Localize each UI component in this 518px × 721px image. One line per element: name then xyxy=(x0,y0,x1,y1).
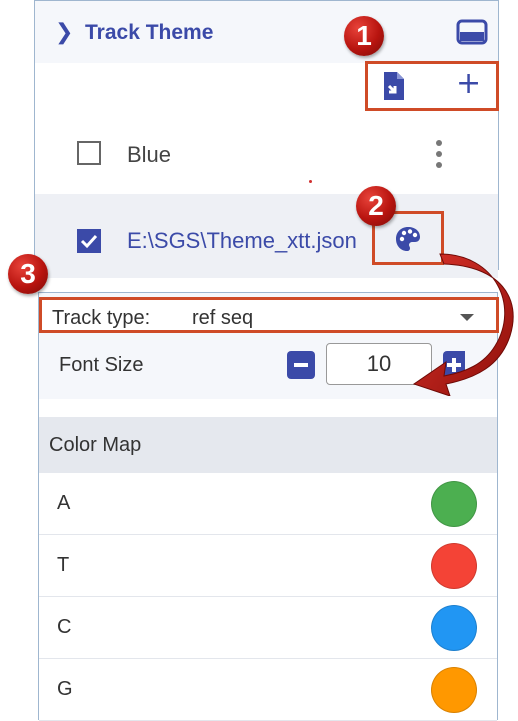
color-key: A xyxy=(57,492,71,514)
checkmark-icon xyxy=(80,234,98,249)
panel-header[interactable]: ❯ Track Theme xyxy=(35,1,498,64)
color-key: C xyxy=(57,616,72,638)
annotation-arrow xyxy=(412,253,514,396)
toolbar-highlight: + xyxy=(365,61,499,111)
callout-badge-2: 2 xyxy=(356,186,396,226)
color-row-g: G xyxy=(39,659,497,721)
color-map-label: Color Map xyxy=(49,434,142,456)
color-swatch[interactable] xyxy=(431,481,477,527)
theme-label: E:\SGS\Theme_xtt.json xyxy=(127,228,357,253)
theme-label: Blue xyxy=(127,142,172,167)
file-import-icon[interactable] xyxy=(382,72,406,100)
color-swatch[interactable] xyxy=(431,543,477,589)
spacer xyxy=(39,399,497,417)
font-size-label: Font Size xyxy=(59,354,144,376)
plus-icon[interactable]: + xyxy=(456,68,481,100)
stray-dot xyxy=(309,180,312,183)
panel-title: Track Theme xyxy=(85,21,214,44)
color-map-header: Color Map xyxy=(39,417,497,473)
callout-badge-3: 3 xyxy=(8,254,48,294)
color-row-t: T xyxy=(39,535,497,597)
color-row-a: A xyxy=(39,473,497,535)
chevron-right-icon[interactable]: ❯ xyxy=(55,20,73,44)
split-layout-icon[interactable] xyxy=(456,19,488,45)
callout-badge-1: 1 xyxy=(344,16,384,56)
theme-checkbox-checked[interactable] xyxy=(77,229,101,253)
decrement-button[interactable] xyxy=(287,351,315,379)
more-vertical-icon[interactable] xyxy=(435,139,443,169)
theme-checkbox[interactable] xyxy=(77,141,101,165)
color-swatch[interactable] xyxy=(431,605,477,651)
color-key: T xyxy=(57,554,70,576)
color-row-c: C xyxy=(39,597,497,659)
color-swatch[interactable] xyxy=(431,667,477,713)
theme-item-blue[interactable]: Blue xyxy=(35,111,498,195)
color-key: G xyxy=(57,678,73,700)
track-type-value: ref seq xyxy=(192,307,254,329)
track-type-label: Track type: xyxy=(52,307,151,329)
